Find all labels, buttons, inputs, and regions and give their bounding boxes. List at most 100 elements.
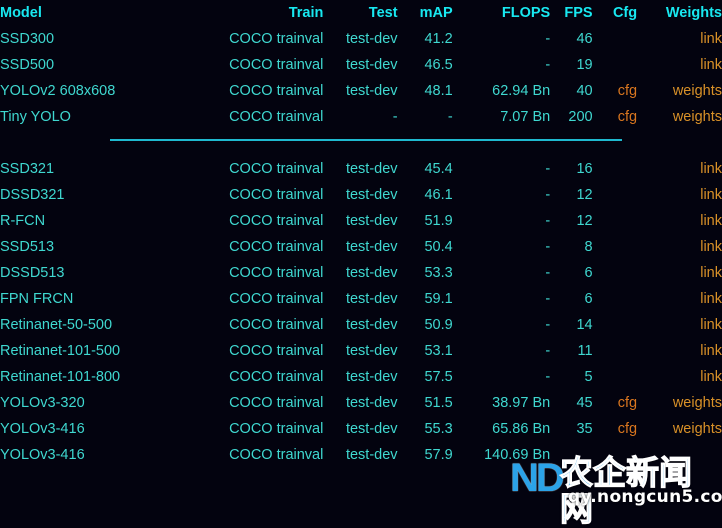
cell-model: FPN FRCN — [0, 291, 74, 307]
cell-flops: - — [545, 369, 551, 385]
cell-model: DSSD321 — [0, 187, 65, 203]
cell-weights[interactable]: link — [637, 182, 722, 208]
cell-cfg — [593, 156, 638, 182]
cell-fps: 40 — [576, 83, 593, 99]
cell-train: COCO trainval — [229, 265, 324, 281]
table-row: R-FCN COCO trainval test-dev 51.9 - 12 link — [0, 208, 722, 234]
cell-weights[interactable]: link — [637, 234, 722, 260]
cell-cfg[interactable]: cfg — [593, 104, 637, 130]
cell-cfg — [593, 208, 638, 234]
cell-cfg — [593, 312, 638, 338]
cell-fps: 14 — [576, 317, 593, 333]
cell-cfg — [593, 442, 638, 468]
cell-model: SSD513 — [0, 239, 55, 255]
cell-map: 53.1 — [424, 343, 453, 359]
cell-model: SSD321 — [0, 161, 55, 177]
cell-cfg — [593, 364, 638, 390]
cell-weights[interactable]: link — [637, 156, 722, 182]
cell-flops: - — [545, 239, 551, 255]
column-header-flops[interactable]: FLOPS — [453, 0, 550, 26]
cell-fps: 6 — [584, 291, 593, 307]
divider-line — [110, 139, 622, 141]
cell-test: test-dev — [345, 265, 398, 281]
cell-weights[interactable]: weights — [637, 104, 722, 130]
table-body: SSD300 COCO trainval test-dev 41.2-46 link SS… — [0, 26, 722, 468]
cell-cfg — [593, 52, 638, 78]
cell-cfg[interactable]: cfg — [593, 78, 637, 104]
cell-test: test-dev — [345, 161, 398, 177]
cell-flops: - — [545, 213, 551, 229]
column-header-model[interactable]: Model — [0, 0, 212, 26]
cell-test: test-dev — [345, 187, 398, 203]
cell-test: - — [392, 109, 398, 125]
cell-fps: 19 — [576, 57, 593, 73]
cell-train: COCO trainval — [229, 161, 324, 177]
cell-test: test-dev — [345, 31, 398, 47]
cell-model: YOLOv2 608x608 — [0, 83, 116, 99]
cell-train: COCO trainval — [229, 421, 324, 437]
cell-train: COCO trainval — [229, 187, 324, 203]
table-row: Retinanet-101-800 COCO trainval test-dev 57… — [0, 364, 722, 390]
table-row: FPN FRCN COCO trainval test-dev 59.1 - 6 link — [0, 286, 722, 312]
cell-weights[interactable]: link — [637, 364, 722, 390]
cell-test: test-dev — [345, 395, 398, 411]
cell-train: COCO trainval — [229, 343, 324, 359]
cell-model: DSSD513 — [0, 265, 65, 281]
cell-flops: 62.94 Bn — [492, 83, 551, 99]
cell-flops: 65.86 Bn — [492, 421, 551, 437]
cell-fps: 8 — [584, 239, 593, 255]
model-benchmark-table: Model Train Test mAP FLOPS FPS Cfg Weigh… — [0, 0, 722, 468]
cell-cfg — [593, 338, 638, 364]
cell-weights[interactable]: link — [637, 52, 722, 78]
cell-weights[interactable]: link — [637, 26, 722, 52]
column-header-test[interactable]: Test — [323, 0, 398, 26]
cell-flops: - — [545, 161, 551, 177]
cell-map: 50.4 — [424, 239, 453, 255]
cell-test: test-dev — [345, 447, 398, 463]
table-row: DSSD513 COCO trainval test-dev 53.3 - 6 link — [0, 260, 722, 286]
cell-weights[interactable]: weights — [637, 390, 722, 416]
cell-flops: - — [545, 317, 551, 333]
column-header-cfg[interactable]: Cfg — [593, 0, 637, 26]
cell-weights[interactable]: link — [637, 312, 722, 338]
cell-cfg[interactable]: cfg — [593, 416, 637, 442]
cell-map: 51.9 — [424, 213, 453, 229]
cell-model: YOLOv3-416 — [0, 447, 85, 463]
cell-weights[interactable]: link — [637, 338, 722, 364]
cell-train: COCO trainval — [229, 447, 324, 463]
cell-train: COCO trainval — [229, 291, 324, 307]
cell-fps: 46 — [576, 31, 593, 47]
table-row: SSD300 COCO trainval test-dev 41.2 - 46 link — [0, 26, 722, 52]
cell-fps: 12 — [576, 187, 593, 203]
table-row: SSD500 COCO trainval test-dev 46.5 - 19 link — [0, 52, 722, 78]
cell-map: 45.4 — [424, 161, 453, 177]
cell-flops: - — [545, 57, 551, 73]
cell-train: COCO trainval — [229, 317, 324, 333]
cell-flops: - — [545, 343, 551, 359]
cell-cfg[interactable]: cfg — [593, 390, 637, 416]
column-header-train[interactable]: Train — [212, 0, 324, 26]
cell-flops: 140.69 Bn — [484, 447, 551, 463]
cell-train: COCO trainval — [229, 395, 324, 411]
cell-test: test-dev — [345, 57, 398, 73]
cell-map: 59.1 — [424, 291, 453, 307]
table-row: YOLOv3-416 COCO trainval test-dev 55.3 65.86… — [0, 416, 722, 442]
cell-weights[interactable]: link — [637, 286, 722, 312]
cell-weights[interactable]: weights — [637, 416, 722, 442]
column-header-map[interactable]: mAP — [398, 0, 453, 26]
cell-weights[interactable]: link — [637, 208, 722, 234]
cell-train: COCO trainval — [229, 213, 324, 229]
cell-cfg — [593, 182, 638, 208]
cell-weights[interactable]: weights — [637, 78, 722, 104]
cell-fps: 6 — [584, 265, 593, 281]
cell-model: R-FCN — [0, 213, 46, 229]
cell-test: test-dev — [345, 317, 398, 333]
cell-test: test-dev — [345, 239, 398, 255]
cell-map: 55.3 — [424, 421, 453, 437]
column-header-fps[interactable]: FPS — [550, 0, 592, 26]
cell-flops: - — [545, 291, 551, 307]
column-header-weights[interactable]: Weights — [637, 0, 722, 26]
cell-weights[interactable]: link — [637, 260, 722, 286]
cell-weights — [637, 442, 722, 468]
cell-fps: 5 — [584, 369, 593, 385]
